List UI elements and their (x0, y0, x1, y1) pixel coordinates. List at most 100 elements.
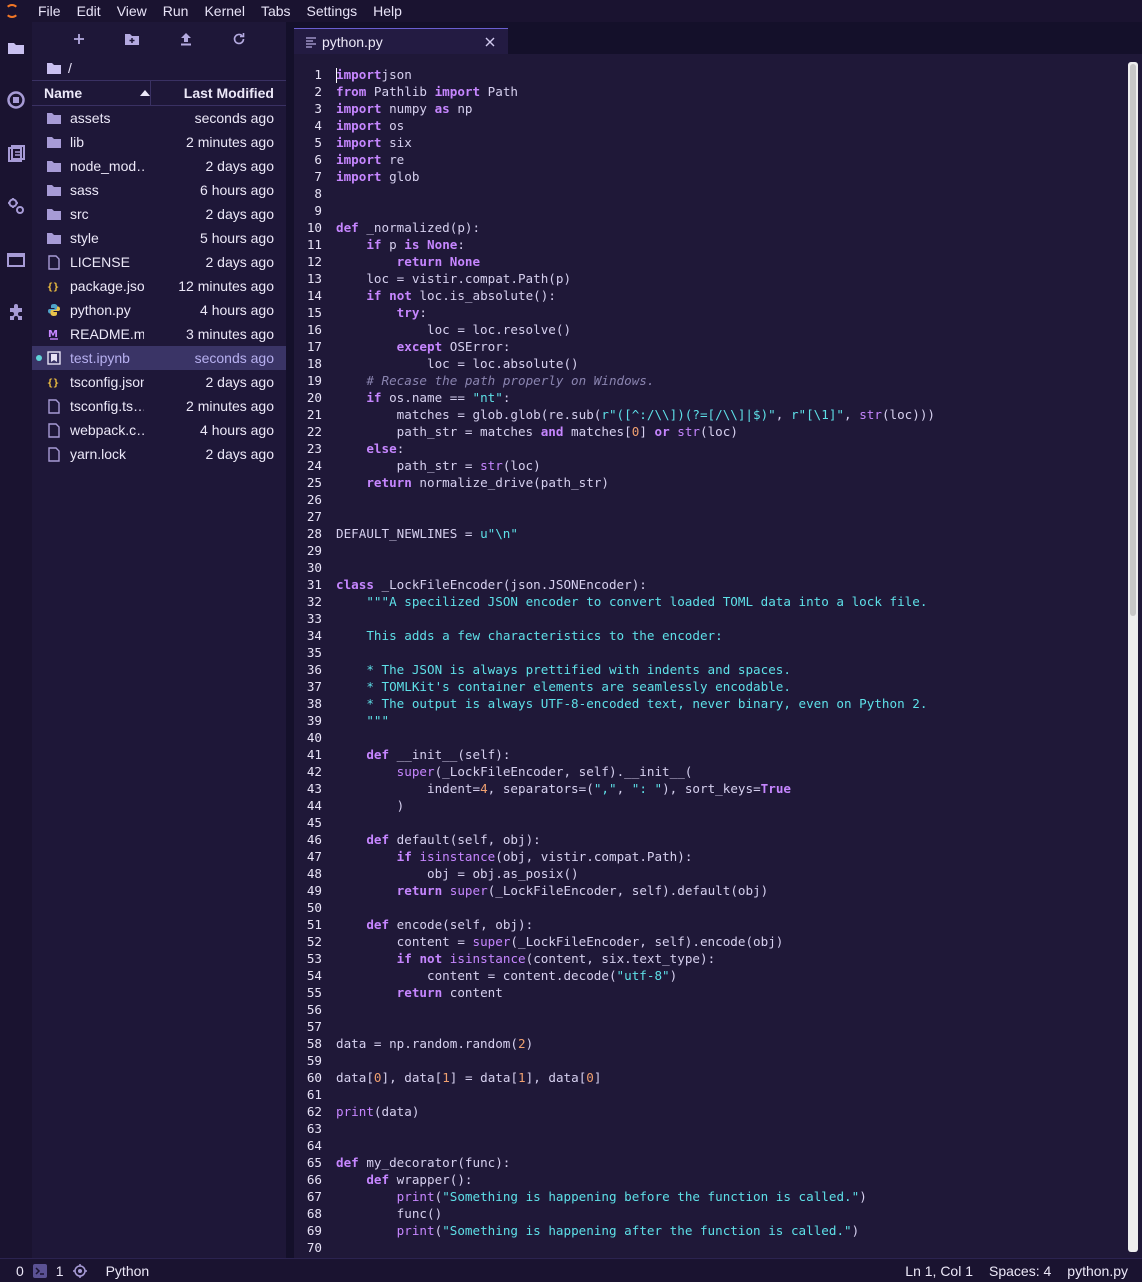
menu-view[interactable]: View (109, 0, 155, 22)
code-line[interactable]: 40 (294, 729, 935, 746)
file-list-item[interactable]: sass 6 hours ago (32, 178, 286, 202)
menu-help[interactable]: Help (365, 0, 410, 22)
new-folder-icon[interactable] (122, 29, 142, 49)
refresh-icon[interactable] (229, 29, 249, 49)
file-list-item[interactable]: webpack.c… 4 hours ago (32, 418, 286, 442)
code-line[interactable]: 54 content = content.decode("utf-8") (294, 967, 935, 984)
code-line[interactable]: 58 data = np.random.random(2) (294, 1035, 935, 1052)
menu-settings[interactable]: Settings (299, 0, 366, 22)
code-line[interactable]: 22 path_str = matches and matches[0] or … (294, 423, 935, 440)
code-line[interactable]: 63 (294, 1120, 935, 1137)
code-line[interactable]: 4 import os (294, 117, 935, 134)
code-line[interactable]: 62 print(data) (294, 1103, 935, 1120)
kernel-icon[interactable] (72, 1263, 88, 1279)
code-line[interactable]: 68 func() (294, 1205, 935, 1222)
code-line[interactable]: 39 """ (294, 712, 935, 729)
code-line[interactable]: 36 * The JSON is always prettified with … (294, 661, 935, 678)
editor-scrollbar[interactable] (1128, 62, 1138, 1252)
code-line[interactable]: 16 loc = loc.resolve() (294, 321, 935, 338)
code-line[interactable]: 51 def encode(self, obj): (294, 916, 935, 933)
file-list-item[interactable]: python.py 4 hours ago (32, 298, 286, 322)
code-line[interactable]: 60 data[0], data[1] = data[1], data[0] (294, 1069, 935, 1086)
breadcrumb-root[interactable]: / (68, 60, 72, 76)
code-line[interactable]: 24 path_str = str(loc) (294, 457, 935, 474)
close-icon[interactable] (482, 34, 498, 50)
code-line[interactable]: 44 ) (294, 797, 935, 814)
code-line[interactable]: 45 (294, 814, 935, 831)
scrollbar-thumb[interactable] (1130, 64, 1136, 616)
terminal-icon[interactable] (32, 1263, 48, 1279)
code-line[interactable]: 9 (294, 202, 935, 219)
file-list-item[interactable]: node_mod… 2 days ago (32, 154, 286, 178)
code-line[interactable]: 32 """A specilized JSON encoder to conve… (294, 593, 935, 610)
kernel-count[interactable]: 1 (56, 1263, 64, 1279)
new-launcher-icon[interactable] (69, 29, 89, 49)
code-line[interactable]: 46 def default(self, obj): (294, 831, 935, 848)
code-line[interactable]: 42 super(_LockFileEncoder, self).__init_… (294, 763, 935, 780)
code-line[interactable]: 13 loc = vistir.compat.Path(p) (294, 270, 935, 287)
code-line[interactable]: 64 (294, 1137, 935, 1154)
code-line[interactable]: 10 def _normalized(p): (294, 219, 935, 236)
code-line[interactable]: 70 (294, 1239, 935, 1256)
file-list-item[interactable]: {} tsconfig.json 2 days ago (32, 370, 286, 394)
file-list-item[interactable]: src 2 days ago (32, 202, 286, 226)
code-line[interactable]: 2 from Pathlib import Path (294, 83, 935, 100)
code-line[interactable]: 15 try: (294, 304, 935, 321)
code-line[interactable]: 48 obj = obj.as_posix() (294, 865, 935, 882)
code-line[interactable]: 50 (294, 899, 935, 916)
code-line[interactable]: 30 (294, 559, 935, 576)
menu-kernel[interactable]: Kernel (196, 0, 252, 22)
file-list-item[interactable]: M README.md 3 minutes ago (32, 322, 286, 346)
code-line[interactable]: 69 print("Something is happening after t… (294, 1222, 935, 1239)
code-line[interactable]: 49 return super(_LockFileEncoder, self).… (294, 882, 935, 899)
code-line[interactable]: 5 import six (294, 134, 935, 151)
code-line[interactable]: 65 def my_decorator(func): (294, 1154, 935, 1171)
upload-icon[interactable] (176, 29, 196, 49)
code-line[interactable]: 38 * The output is always UTF-8-encoded … (294, 695, 935, 712)
code-line[interactable]: 6 import re (294, 151, 935, 168)
code-line[interactable]: 28 DEFAULT_NEWLINES = u"\n" (294, 525, 935, 542)
code-line[interactable]: 12 return None (294, 253, 935, 270)
code-line[interactable]: 8 (294, 185, 935, 202)
tab-python-py[interactable]: python.py (294, 28, 508, 54)
code-line[interactable]: 3 import numpy as np (294, 100, 935, 117)
file-list-item[interactable]: tsconfig.ts… 2 minutes ago (32, 394, 286, 418)
column-name[interactable]: Name (32, 81, 152, 105)
menu-tabs[interactable]: Tabs (253, 0, 299, 22)
breadcrumb-folder-icon[interactable] (46, 61, 62, 75)
code-line[interactable]: 43 indent=4, separators=(",", ": "), sor… (294, 780, 935, 797)
code-line[interactable]: 17 except OSError: (294, 338, 935, 355)
code-line[interactable]: 19 # Recase the path properly on Windows… (294, 372, 935, 389)
code-line[interactable]: 7 import glob (294, 168, 935, 185)
code-line[interactable]: 14 if not loc.is_absolute(): (294, 287, 935, 304)
code-line[interactable]: 33 (294, 610, 935, 627)
code-line[interactable]: 41 def __init__(self): (294, 746, 935, 763)
menu-file[interactable]: File (24, 0, 69, 22)
code-line[interactable]: 57 (294, 1018, 935, 1035)
cursor-position[interactable]: Ln 1, Col 1 (905, 1263, 973, 1279)
code-line[interactable]: 34 This adds a few characteristics to th… (294, 627, 935, 644)
tabs-icon[interactable] (6, 250, 26, 270)
file-list-item[interactable]: yarn.lock 2 days ago (32, 442, 286, 466)
column-last-modified[interactable]: Last Modified (151, 85, 286, 101)
code-line[interactable]: 29 (294, 542, 935, 559)
code-line[interactable]: 47 if isinstance(obj, vistir.compat.Path… (294, 848, 935, 865)
code-line[interactable]: 27 (294, 508, 935, 525)
code-editor[interactable]: 1 importjson 2 from Pathlib import Path 3 imp… (294, 54, 1142, 1258)
file-list-item[interactable]: assets seconds ago (32, 106, 286, 130)
code-line[interactable]: 21 matches = glob.glob(re.sub(r"([^:/\\]… (294, 406, 935, 423)
code-line[interactable]: 18 loc = loc.absolute() (294, 355, 935, 372)
code-line[interactable]: 26 (294, 491, 935, 508)
code-line[interactable]: 67 print("Something is happening before … (294, 1188, 935, 1205)
file-list-item[interactable]: LICENSE 2 days ago (32, 250, 286, 274)
panel-splitter[interactable] (286, 22, 294, 1258)
code-line[interactable]: 66 def wrapper(): (294, 1171, 935, 1188)
folder-icon[interactable] (6, 38, 26, 58)
extension-icon[interactable] (6, 302, 26, 322)
code-line[interactable]: 52 content = super(_LockFileEncoder, sel… (294, 933, 935, 950)
code-line[interactable]: 1 importjson (294, 66, 935, 83)
code-line[interactable]: 61 (294, 1086, 935, 1103)
menu-run[interactable]: Run (155, 0, 197, 22)
property-inspector-icon[interactable] (6, 196, 26, 216)
code-line[interactable]: 31 class _LockFileEncoder(json.JSONEncode… (294, 576, 935, 593)
